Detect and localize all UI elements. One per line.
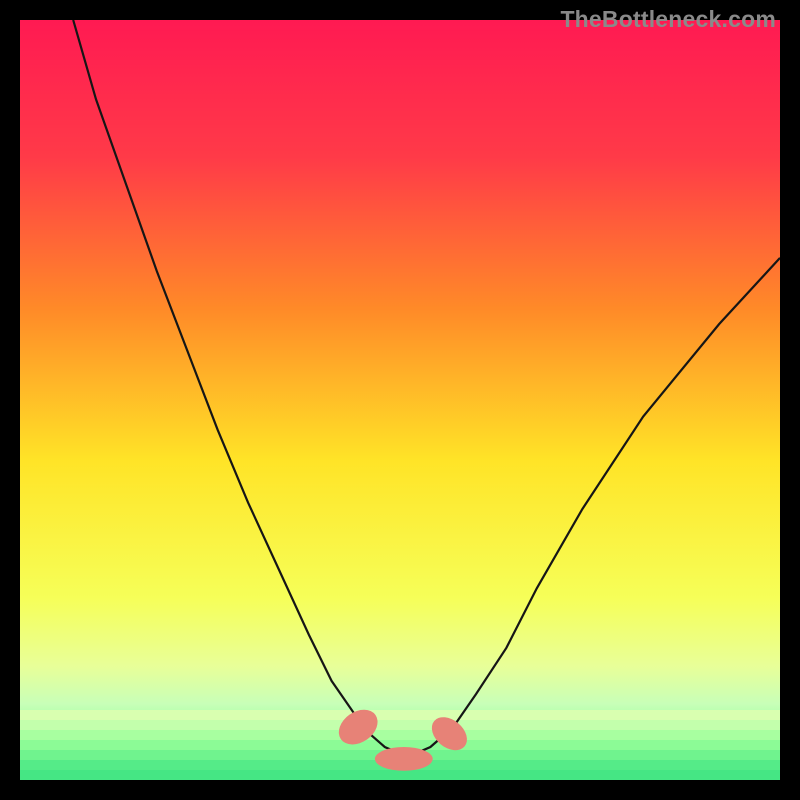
gradient-bg — [20, 20, 780, 780]
band-2 — [20, 730, 780, 740]
band-0 — [20, 710, 780, 720]
band-1 — [20, 720, 780, 730]
chart-svg — [20, 20, 780, 780]
band-6 — [20, 770, 780, 780]
watermark-text: TheBottleneck.com — [560, 6, 776, 33]
chart-frame — [20, 20, 780, 780]
marker-center — [375, 747, 433, 771]
